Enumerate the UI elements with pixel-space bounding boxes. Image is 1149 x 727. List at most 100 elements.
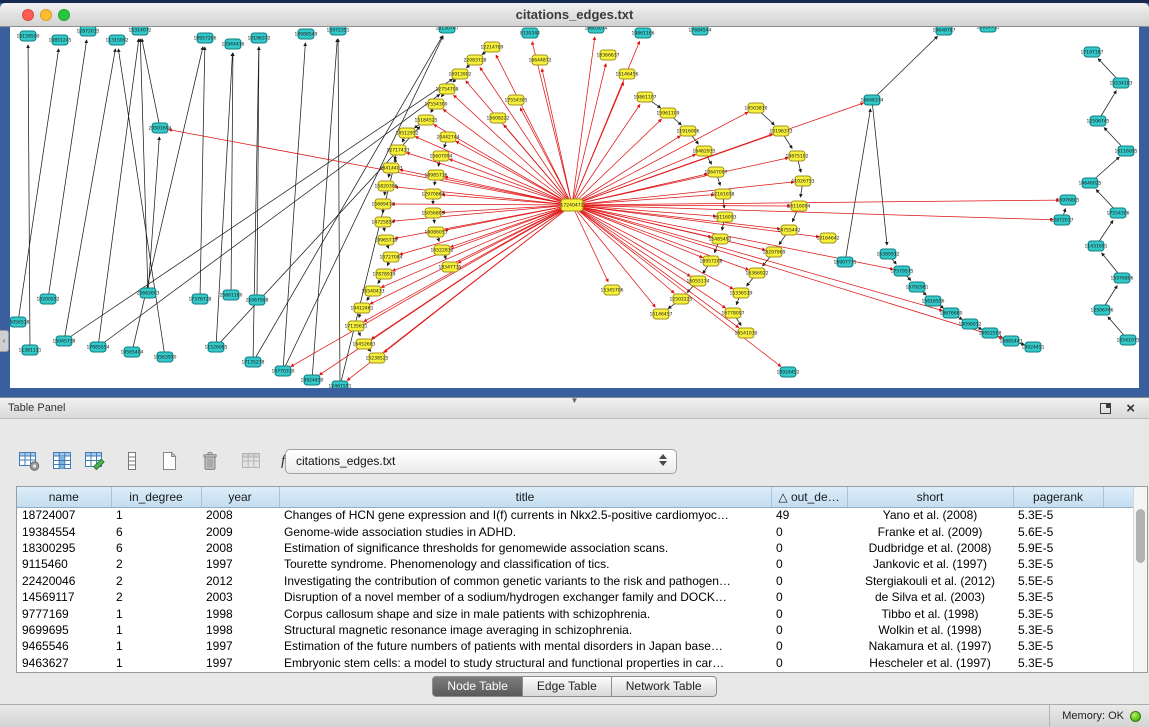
graph-edge[interactable]: [572, 205, 674, 293]
cell-pagerank[interactable]: 5.3E-5: [1013, 622, 1103, 638]
graph-edge[interactable]: [872, 36, 938, 100]
float-panel-icon[interactable]: [1100, 403, 1111, 414]
graph-edge[interactable]: [572, 119, 662, 205]
column-visibility-icon[interactable]: [49, 448, 75, 474]
cell-year[interactable]: 2008: [201, 540, 279, 556]
table-row[interactable]: 1456911722003Disruption of a novel membe…: [17, 589, 1134, 605]
graph-edge[interactable]: [312, 39, 337, 380]
cell-year[interactable]: 2008: [201, 507, 279, 523]
cell-name[interactable]: 14569117: [17, 589, 111, 605]
table-row[interactable]: 946362711997Embryonic stem cells: a mode…: [17, 655, 1134, 671]
close-panel-icon[interactable]: ×: [1126, 398, 1135, 419]
graph-edge[interactable]: [98, 39, 139, 347]
cell-in_degree[interactable]: 1: [111, 605, 201, 621]
cell-out_degree[interactable]: 0: [771, 622, 847, 638]
graph-edge[interactable]: [572, 136, 680, 205]
table-row[interactable]: 946554611997Estimation of the future num…: [17, 638, 1134, 654]
splitter-handle-icon[interactable]: ▼: [571, 396, 579, 405]
cell-name[interactable]: 18724007: [17, 507, 111, 523]
cell-short[interactable]: Jankovic et al. (1997): [847, 556, 1013, 572]
cell-out_degree[interactable]: 0: [771, 523, 847, 539]
graph-edge[interactable]: [845, 109, 871, 262]
graph-edge[interactable]: [18, 49, 59, 322]
column-header-pagerank[interactable]: pagerank: [1013, 487, 1103, 507]
table-row[interactable]: 2242004622012Investigating the contribut…: [17, 573, 1134, 589]
cell-pagerank[interactable]: 5.5E-5: [1013, 573, 1103, 589]
cell-in_degree[interactable]: 2: [111, 589, 201, 605]
cell-name[interactable]: 9777169: [17, 605, 111, 621]
new-file-icon[interactable]: [156, 448, 182, 474]
graph-edge[interactable]: [872, 100, 887, 245]
cell-name[interactable]: 22420046: [17, 573, 111, 589]
cell-in_degree[interactable]: 1: [111, 507, 201, 523]
cell-title[interactable]: Estimation of the future numbers of pati…: [279, 638, 771, 654]
column-header-year[interactable]: year: [201, 487, 279, 507]
graph-edge[interactable]: [572, 41, 640, 205]
cell-short[interactable]: Stergiakouli et al. (2012): [847, 573, 1013, 589]
network-canvas[interactable]: 1615859010851245128720351131509215314072…: [10, 27, 1139, 388]
edit-table-icon[interactable]: [82, 448, 108, 474]
table-row[interactable]: 977716911998Corpus callosum shape and si…: [17, 605, 1134, 621]
cell-year[interactable]: 1997: [201, 655, 279, 671]
cell-title[interactable]: Investigating the contribution of common…: [279, 573, 771, 589]
graph-edge[interactable]: [283, 36, 443, 371]
cell-in_degree[interactable]: 6: [111, 523, 201, 539]
cell-year[interactable]: 1998: [201, 622, 279, 638]
cell-title[interactable]: Structural magnetic resonance image aver…: [279, 622, 771, 638]
cell-out_degree[interactable]: 0: [771, 655, 847, 671]
graph-edge[interactable]: [381, 205, 572, 287]
import-table-icon[interactable]: [238, 448, 264, 474]
cell-out_degree[interactable]: 49: [771, 507, 847, 523]
cell-name[interactable]: 9699695: [17, 622, 111, 638]
cell-title[interactable]: Disruption of a novel member of a sodium…: [279, 589, 771, 605]
tab-node-table[interactable]: Node Table: [432, 676, 523, 697]
tab-edge-table[interactable]: Edge Table: [522, 676, 612, 697]
graph-edge[interactable]: [48, 40, 87, 299]
cell-title[interactable]: Embryonic stem cells: a model to study s…: [279, 655, 771, 671]
cell-short[interactable]: Yano et al. (2008): [847, 507, 1013, 523]
cell-name[interactable]: 9465546: [17, 638, 111, 654]
column-header-name[interactable]: name: [17, 487, 111, 507]
cell-title[interactable]: Tourette syndrome. Phenomenology and cla…: [279, 556, 771, 572]
column-header-title[interactable]: title: [279, 487, 771, 507]
graph-edge[interactable]: [132, 47, 203, 352]
cell-in_degree[interactable]: 1: [111, 655, 201, 671]
cell-name[interactable]: 9115460: [17, 556, 111, 572]
cell-title[interactable]: Changes of HCN gene expression and I(f) …: [279, 507, 771, 523]
cell-year[interactable]: 1997: [201, 638, 279, 654]
cell-short[interactable]: Franke et al. (2009): [847, 523, 1013, 539]
cell-year[interactable]: 1997: [201, 556, 279, 572]
cell-year[interactable]: 2012: [201, 573, 279, 589]
graph-edge[interactable]: [169, 130, 572, 205]
graph-edge[interactable]: [572, 104, 640, 205]
tab-network-table[interactable]: Network Table: [611, 676, 717, 697]
table-row[interactable]: 1938455462009Genome-wide association stu…: [17, 523, 1134, 539]
graph-edge[interactable]: [572, 200, 1059, 205]
table-select-dropdown[interactable]: citations_edges.txt: [285, 449, 677, 474]
cell-short[interactable]: Wolkin et al. (1998): [847, 622, 1013, 638]
cell-out_degree[interactable]: 0: [771, 540, 847, 556]
rows-icon[interactable]: [119, 448, 145, 474]
trash-icon[interactable]: [197, 448, 223, 474]
graph-edge[interactable]: [200, 47, 205, 299]
graph-edge[interactable]: [532, 42, 572, 205]
graph-edge[interactable]: [572, 205, 733, 289]
graph-edge[interactable]: [480, 67, 572, 205]
graph-edge[interactable]: [283, 43, 305, 371]
table-settings-icon[interactable]: [16, 448, 42, 474]
graph-edge[interactable]: [253, 36, 442, 362]
graph-edge[interactable]: [28, 45, 30, 350]
cell-year[interactable]: 2003: [201, 589, 279, 605]
cell-out_degree[interactable]: 0: [771, 573, 847, 589]
collapse-left-panel-button[interactable]: ‹: [0, 330, 9, 352]
graph-edge[interactable]: [542, 69, 572, 205]
cell-pagerank[interactable]: 5.6E-5: [1013, 523, 1103, 539]
cell-title[interactable]: Corpus callosum shape and size in male p…: [279, 605, 771, 621]
graph-edge[interactable]: [572, 205, 780, 229]
graph-edge[interactable]: [148, 137, 159, 293]
cell-pagerank[interactable]: 5.3E-5: [1013, 507, 1103, 523]
graph-edge[interactable]: [572, 205, 1053, 220]
cell-pagerank[interactable]: 5.3E-5: [1013, 655, 1103, 671]
cell-in_degree[interactable]: 2: [111, 556, 201, 572]
table-scrollbar-thumb[interactable]: [1136, 509, 1145, 563]
